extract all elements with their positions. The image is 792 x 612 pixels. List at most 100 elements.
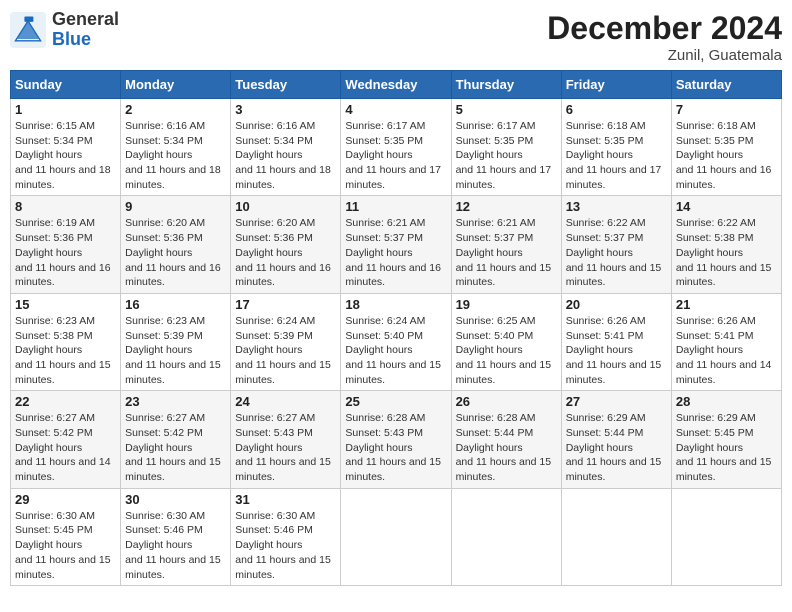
col-saturday: Saturday <box>671 71 781 99</box>
day-info: Sunrise: 6:23 AMSunset: 5:39 PMDaylight … <box>125 314 226 387</box>
day-info: Sunrise: 6:17 AMSunset: 5:35 PMDaylight … <box>345 119 446 192</box>
table-row: 12 Sunrise: 6:21 AMSunset: 5:37 PMDayligh… <box>451 196 561 293</box>
table-row: 4 Sunrise: 6:17 AMSunset: 5:35 PMDaylight… <box>341 99 451 196</box>
day-number: 27 <box>566 394 667 409</box>
day-number: 17 <box>235 297 336 312</box>
calendar-header-row: Sunday Monday Tuesday Wednesday Thursday… <box>11 71 782 99</box>
day-number: 11 <box>345 199 446 214</box>
col-tuesday: Tuesday <box>231 71 341 99</box>
day-number: 28 <box>676 394 777 409</box>
table-row: 23Sunrise: 6:27 AMSunset: 5:42 PMDayligh… <box>121 391 231 488</box>
day-number: 14 <box>676 199 777 214</box>
day-info: Sunrise: 6:27 AMSunset: 5:42 PMDaylight … <box>15 411 116 484</box>
table-row: 20Sunrise: 6:26 AMSunset: 5:41 PMDayligh… <box>561 293 671 390</box>
day-info: Sunrise: 6:28 AMSunset: 5:43 PMDaylight … <box>345 411 446 484</box>
table-row: 22 Sunrise: 6:27 AMSunset: 5:42 PMDayligh… <box>11 391 121 488</box>
table-row: 30 Sunrise: 6:30 AMSunset: 5:46 PMDayligh… <box>121 488 231 585</box>
table-row: 8 Sunrise: 6:19 AMSunset: 5:36 PMDaylight… <box>11 196 121 293</box>
day-info: Sunrise: 6:23 AMSunset: 5:38 PMDaylight … <box>15 314 116 387</box>
day-info: Sunrise: 6:19 AMSunset: 5:36 PMDaylight … <box>15 216 116 289</box>
day-number: 6 <box>566 102 667 117</box>
table-row: 15 Sunrise: 6:23 AMSunset: 5:38 PMDayligh… <box>11 293 121 390</box>
table-row <box>451 488 561 585</box>
day-number: 18 <box>345 297 446 312</box>
month-title: December 2024 <box>547 10 782 47</box>
logo-icon <box>10 12 46 48</box>
day-info: Sunrise: 6:17 AMSunset: 5:35 PMDaylight … <box>456 119 557 192</box>
day-info: Sunrise: 6:22 AMSunset: 5:38 PMDaylight … <box>676 216 777 289</box>
table-row: 9 Sunrise: 6:20 AMSunset: 5:36 PMDaylight… <box>121 196 231 293</box>
day-number: 1 <box>15 102 116 117</box>
table-row: 11Sunrise: 6:21 AMSunset: 5:37 PMDayligh… <box>341 196 451 293</box>
col-thursday: Thursday <box>451 71 561 99</box>
day-info: Sunrise: 6:20 AMSunset: 5:36 PMDaylight … <box>125 216 226 289</box>
calendar-table: Sunday Monday Tuesday Wednesday Thursday… <box>10 70 782 586</box>
table-row: 2 Sunrise: 6:16 AMSunset: 5:34 PMDaylight… <box>121 99 231 196</box>
table-row: 19 Sunrise: 6:25 AMSunset: 5:40 PMDayligh… <box>451 293 561 390</box>
day-info: Sunrise: 6:30 AMSunset: 5:46 PMDaylight … <box>235 509 336 582</box>
day-number: 9 <box>125 199 226 214</box>
day-number: 10 <box>235 199 336 214</box>
table-row: 29Sunrise: 6:30 AMSunset: 5:45 PMDayligh… <box>11 488 121 585</box>
logo-text: General Blue <box>52 10 119 50</box>
day-info: Sunrise: 6:21 AMSunset: 5:37 PMDaylight … <box>456 216 557 289</box>
day-info: Sunrise: 6:22 AMSunset: 5:37 PMDaylight … <box>566 216 667 289</box>
day-number: 8 <box>15 199 116 214</box>
day-number: 25 <box>345 394 446 409</box>
col-monday: Monday <box>121 71 231 99</box>
day-number: 31 <box>235 492 336 507</box>
day-info: Sunrise: 6:26 AMSunset: 5:41 PMDaylight … <box>676 314 777 387</box>
table-row: 21 Sunrise: 6:26 AMSunset: 5:41 PMDayligh… <box>671 293 781 390</box>
table-row <box>341 488 451 585</box>
day-info: Sunrise: 6:18 AMSunset: 5:35 PMDaylight … <box>676 119 777 192</box>
table-row: 14 Sunrise: 6:22 AMSunset: 5:38 PMDayligh… <box>671 196 781 293</box>
day-info: Sunrise: 6:29 AMSunset: 5:45 PMDaylight … <box>676 411 777 484</box>
day-number: 13 <box>566 199 667 214</box>
table-row: 6 Sunrise: 6:18 AMSunset: 5:35 PMDaylight… <box>561 99 671 196</box>
day-info: Sunrise: 6:15 AMSunset: 5:34 PMDaylight … <box>15 119 116 192</box>
table-row: 24Sunrise: 6:27 AMSunset: 5:43 PMDayligh… <box>231 391 341 488</box>
table-row <box>561 488 671 585</box>
day-info: Sunrise: 6:20 AMSunset: 5:36 PMDaylight … <box>235 216 336 289</box>
day-number: 7 <box>676 102 777 117</box>
table-row: 5Sunrise: 6:17 AMSunset: 5:35 PMDaylight… <box>451 99 561 196</box>
day-info: Sunrise: 6:29 AMSunset: 5:44 PMDaylight … <box>566 411 667 484</box>
table-row: 16 Sunrise: 6:23 AMSunset: 5:39 PMDayligh… <box>121 293 231 390</box>
day-info: Sunrise: 6:16 AMSunset: 5:34 PMDaylight … <box>125 119 226 192</box>
day-number: 19 <box>456 297 557 312</box>
day-number: 4 <box>345 102 446 117</box>
table-row: 13 Sunrise: 6:22 AMSunset: 5:37 PMDayligh… <box>561 196 671 293</box>
day-number: 3 <box>235 102 336 117</box>
table-row: 1 Sunrise: 6:15 AMSunset: 5:34 PMDaylight… <box>11 99 121 196</box>
day-number: 23 <box>125 394 226 409</box>
table-row <box>671 488 781 585</box>
day-number: 16 <box>125 297 226 312</box>
table-row: 3 Sunrise: 6:16 AMSunset: 5:34 PMDaylight… <box>231 99 341 196</box>
day-info: Sunrise: 6:24 AMSunset: 5:40 PMDaylight … <box>345 314 446 387</box>
table-row: 10 Sunrise: 6:20 AMSunset: 5:36 PMDayligh… <box>231 196 341 293</box>
day-number: 2 <box>125 102 226 117</box>
day-number: 24 <box>235 394 336 409</box>
table-row: 25 Sunrise: 6:28 AMSunset: 5:43 PMDayligh… <box>341 391 451 488</box>
day-info: Sunrise: 6:30 AMSunset: 5:46 PMDaylight … <box>125 509 226 582</box>
day-info: Sunrise: 6:25 AMSunset: 5:40 PMDaylight … <box>456 314 557 387</box>
col-wednesday: Wednesday <box>341 71 451 99</box>
day-number: 21 <box>676 297 777 312</box>
day-number: 26 <box>456 394 557 409</box>
logo-general: General <box>52 10 119 30</box>
day-info: Sunrise: 6:18 AMSunset: 5:35 PMDaylight … <box>566 119 667 192</box>
day-number: 30 <box>125 492 226 507</box>
day-number: 15 <box>15 297 116 312</box>
table-row: 28 Sunrise: 6:29 AMSunset: 5:45 PMDayligh… <box>671 391 781 488</box>
day-info: Sunrise: 6:24 AMSunset: 5:39 PMDaylight … <box>235 314 336 387</box>
table-row: 27 Sunrise: 6:29 AMSunset: 5:44 PMDayligh… <box>561 391 671 488</box>
table-row: 7 Sunrise: 6:18 AMSunset: 5:35 PMDaylight… <box>671 99 781 196</box>
table-row: 18 Sunrise: 6:24 AMSunset: 5:40 PMDayligh… <box>341 293 451 390</box>
day-info: Sunrise: 6:26 AMSunset: 5:41 PMDaylight … <box>566 314 667 387</box>
logo-blue: Blue <box>52 30 119 50</box>
day-info: Sunrise: 6:16 AMSunset: 5:34 PMDaylight … <box>235 119 336 192</box>
location: Zunil, Guatemala <box>547 47 782 64</box>
day-number: 22 <box>15 394 116 409</box>
day-number: 12 <box>456 199 557 214</box>
day-info: Sunrise: 6:30 AMSunset: 5:45 PMDaylight … <box>15 509 116 582</box>
